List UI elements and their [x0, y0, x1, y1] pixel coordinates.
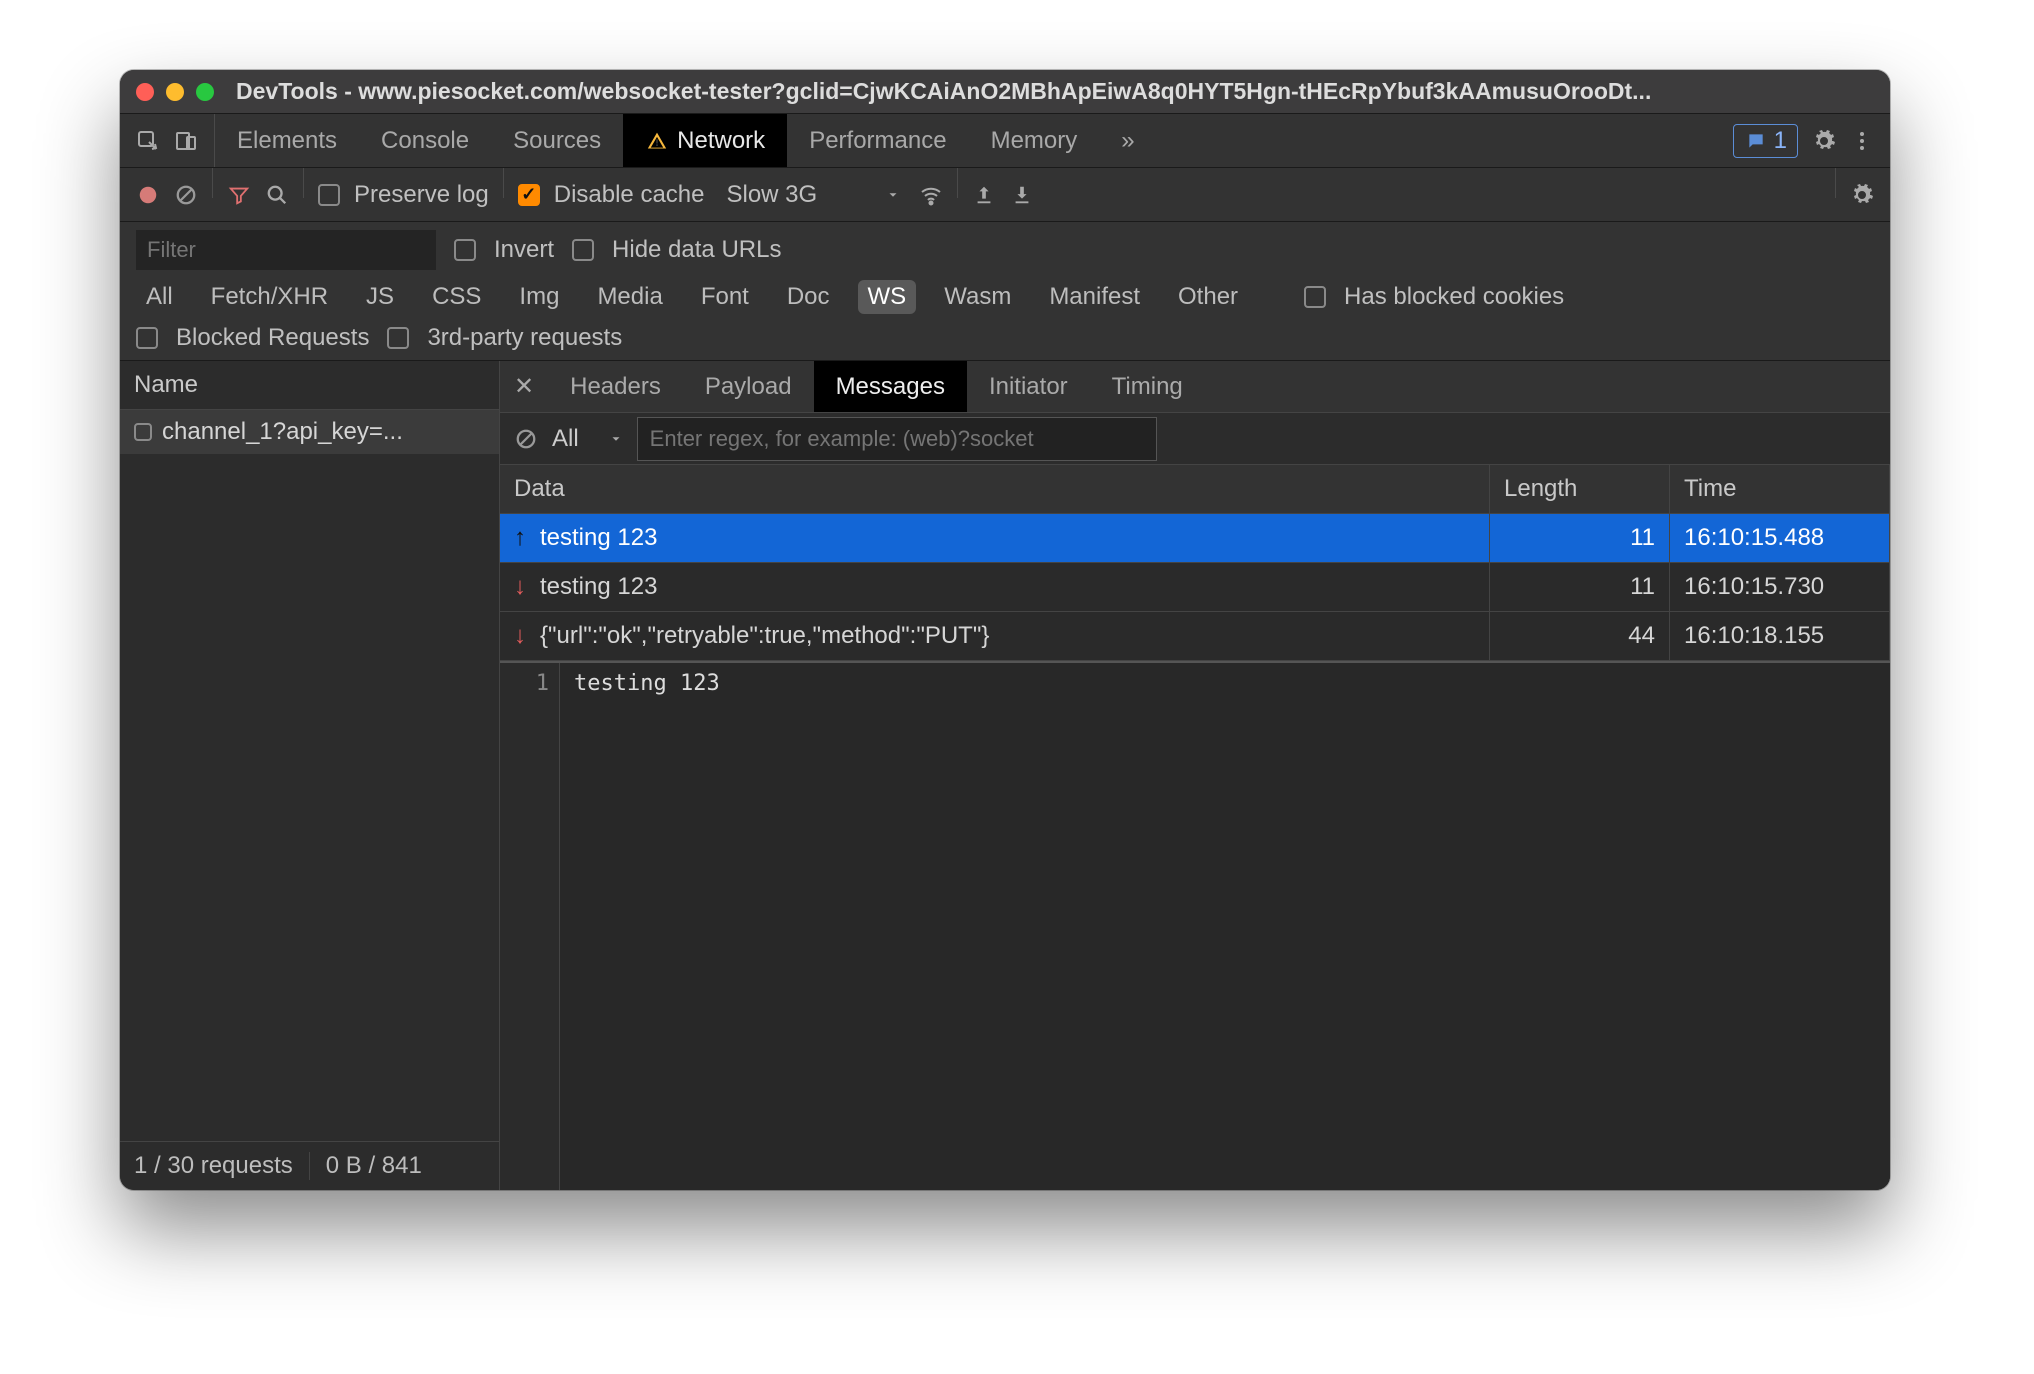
col-length[interactable]: Length [1490, 465, 1670, 514]
arrow-down-icon: ↓ [514, 573, 532, 601]
main-tabbar: Elements Console Sources Network Perform… [120, 114, 1890, 168]
tab-elements[interactable]: Elements [215, 114, 359, 167]
devtools-window: DevTools - www.piesocket.com/websocket-t… [120, 70, 1890, 1190]
third-party-label: 3rd-party requests [427, 324, 622, 352]
invert-label: Invert [494, 236, 554, 264]
subtab-initiator[interactable]: Initiator [967, 361, 1090, 412]
zoom-window-button[interactable] [196, 83, 214, 101]
throttling-select[interactable]: Slow 3G [726, 181, 817, 209]
subtab-headers[interactable]: Headers [548, 361, 683, 412]
tab-console[interactable]: Console [359, 114, 491, 167]
download-har-icon[interactable] [1010, 183, 1034, 207]
kebab-menu-icon[interactable] [1850, 129, 1874, 153]
blocked-requests-checkbox[interactable] [136, 327, 158, 349]
inspect-element-icon[interactable] [136, 129, 160, 153]
issues-badge[interactable]: 1 [1733, 124, 1798, 158]
subtab-payload[interactable]: Payload [683, 361, 814, 412]
request-row[interactable]: channel_1?api_key=... [120, 410, 499, 454]
gear-icon[interactable] [1850, 183, 1874, 207]
preserve-log-checkbox[interactable] [318, 184, 340, 206]
filter-toggle-icon[interactable] [227, 183, 251, 207]
tab-network[interactable]: Network [623, 114, 787, 167]
type-js[interactable]: JS [356, 280, 404, 314]
minimize-window-button[interactable] [166, 83, 184, 101]
chevron-right-double-icon: » [1121, 127, 1134, 155]
type-ws[interactable]: WS [858, 280, 917, 314]
type-fetch-xhr[interactable]: Fetch/XHR [201, 280, 338, 314]
type-img[interactable]: Img [509, 280, 569, 314]
type-other[interactable]: Other [1168, 280, 1248, 314]
message-row[interactable]: ↓{"url":"ok","retryable":true,"method":"… [500, 612, 1890, 661]
hide-data-urls-checkbox[interactable] [572, 239, 594, 261]
message-content[interactable]: testing 123 [560, 663, 734, 1190]
content-area: Name channel_1?api_key=... 1 / 30 reques… [120, 361, 1890, 1190]
gear-icon[interactable] [1812, 129, 1836, 153]
type-css[interactable]: CSS [422, 280, 491, 314]
titlebar: DevTools - www.piesocket.com/websocket-t… [120, 70, 1890, 114]
warning-icon [645, 129, 669, 153]
third-party-checkbox[interactable] [387, 327, 409, 349]
line-number: 1 [500, 663, 560, 1190]
request-list-header: Name [120, 361, 499, 410]
close-window-button[interactable] [136, 83, 154, 101]
tab-memory[interactable]: Memory [969, 114, 1100, 167]
upload-har-icon[interactable] [972, 183, 996, 207]
window-title: DevTools - www.piesocket.com/websocket-t… [236, 78, 1874, 105]
traffic-lights [136, 83, 214, 101]
messages-regex-input[interactable] [637, 417, 1157, 461]
chevron-down-icon[interactable] [881, 183, 905, 207]
hide-data-urls-label: Hide data URLs [612, 236, 781, 264]
messages-header-row: Data Length Time [500, 465, 1890, 514]
disable-cache-checkbox[interactable] [518, 184, 540, 206]
clear-button[interactable] [174, 183, 198, 207]
detail-tabs: ✕ Headers Payload Messages Initiator Tim… [500, 361, 1890, 413]
request-list: Name channel_1?api_key=... 1 / 30 reques… [120, 361, 500, 1190]
clear-messages-button[interactable] [514, 427, 538, 451]
filter-bar: Invert Hide data URLs All Fetch/XHR JS C… [120, 222, 1890, 361]
request-list-footer: 1 / 30 requests 0 B / 841 [120, 1141, 499, 1190]
preserve-log-label: Preserve log [354, 181, 489, 209]
chevron-down-icon [609, 432, 623, 446]
disable-cache-label: Disable cache [554, 181, 705, 209]
chat-icon [1744, 129, 1768, 153]
type-font[interactable]: Font [691, 280, 759, 314]
col-data[interactable]: Data [500, 465, 1490, 514]
device-toolbar-icon[interactable] [174, 129, 198, 153]
type-wasm[interactable]: Wasm [934, 280, 1021, 314]
request-name: channel_1?api_key=... [162, 418, 403, 446]
subtab-messages[interactable]: Messages [814, 361, 967, 412]
type-doc[interactable]: Doc [777, 280, 840, 314]
messages-table: Data Length Time ↑testing 123 11 16:10:1… [500, 465, 1890, 661]
invert-checkbox[interactable] [454, 239, 476, 261]
has-blocked-cookies-label: Has blocked cookies [1344, 283, 1564, 311]
tab-performance[interactable]: Performance [787, 114, 968, 167]
footer-transfer: 0 B / 841 [326, 1152, 422, 1180]
close-detail-button[interactable]: ✕ [500, 361, 548, 412]
message-row[interactable]: ↑testing 123 11 16:10:15.488 [500, 514, 1890, 563]
more-tabs-button[interactable]: » [1099, 114, 1156, 167]
footer-requests: 1 / 30 requests [134, 1152, 293, 1180]
network-toolbar: Preserve log Disable cache Slow 3G [120, 168, 1890, 222]
request-row-checkbox[interactable] [134, 423, 152, 441]
search-icon[interactable] [265, 183, 289, 207]
messages-toolbar: All [500, 413, 1890, 465]
has-blocked-cookies-checkbox[interactable] [1304, 286, 1326, 308]
arrow-down-icon: ↓ [514, 622, 532, 650]
wifi-icon[interactable] [919, 183, 943, 207]
messages-filter-dropdown[interactable]: All [550, 421, 625, 457]
type-all[interactable]: All [136, 280, 183, 314]
type-manifest[interactable]: Manifest [1039, 280, 1150, 314]
subtab-timing[interactable]: Timing [1090, 361, 1205, 412]
arrow-up-icon: ↑ [514, 524, 532, 552]
blocked-requests-label: Blocked Requests [176, 324, 369, 352]
col-time[interactable]: Time [1670, 465, 1890, 514]
detail-panel: ✕ Headers Payload Messages Initiator Tim… [500, 361, 1890, 1190]
message-detail-panel: 1 testing 123 [500, 661, 1890, 1190]
type-media[interactable]: Media [587, 280, 672, 314]
message-row[interactable]: ↓testing 123 11 16:10:15.730 [500, 563, 1890, 612]
record-button[interactable] [136, 183, 160, 207]
tab-sources[interactable]: Sources [491, 114, 623, 167]
filter-input[interactable] [136, 230, 436, 270]
